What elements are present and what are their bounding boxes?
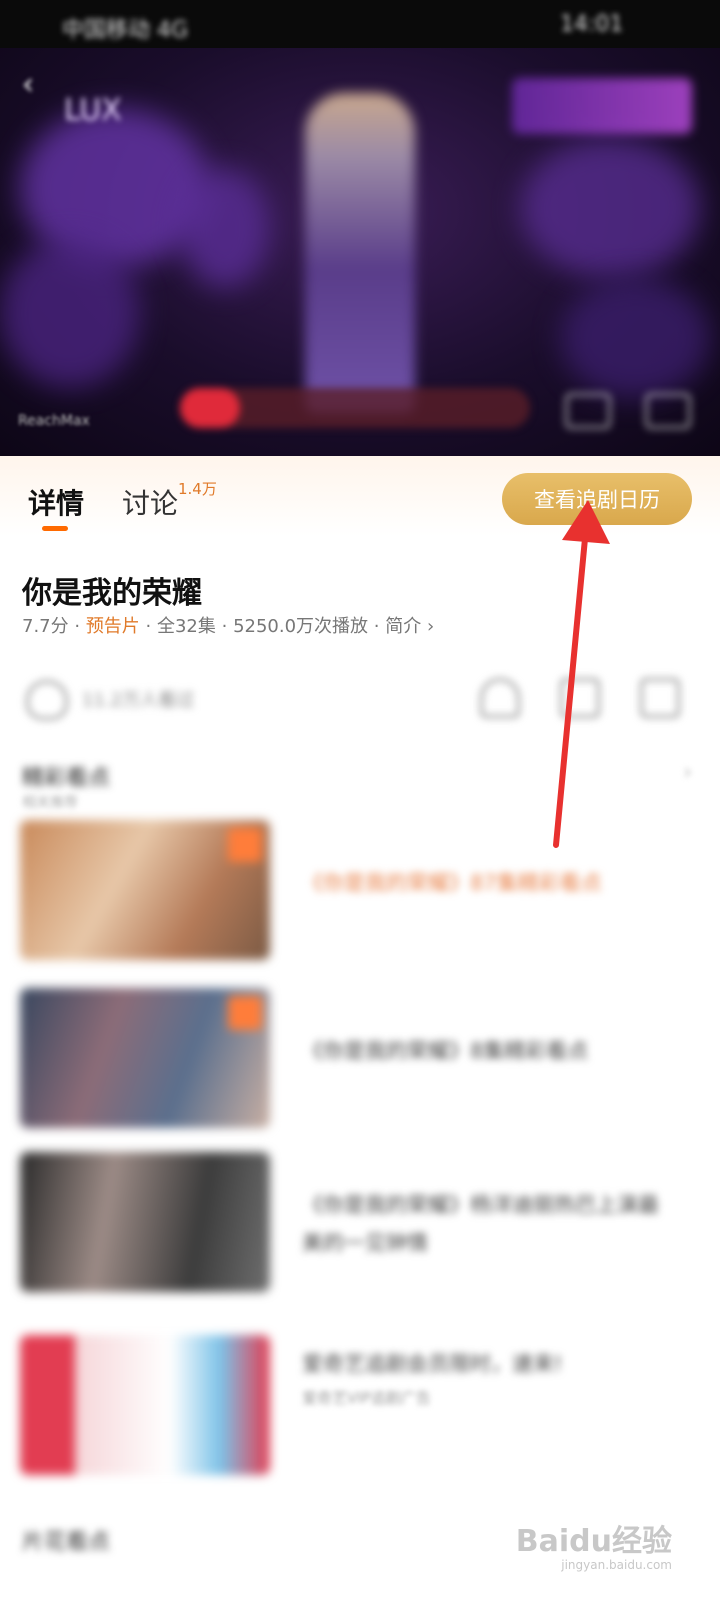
tab-active-underline (42, 526, 68, 531)
status-bar: 中国移动 4G 14:01 (0, 0, 720, 48)
video-bg-blob (560, 278, 710, 398)
clock-text: 14:01 (560, 12, 624, 37)
video-bg-blob (0, 238, 140, 388)
tab-details[interactable]: 详情 (28, 482, 85, 531)
show-meta: 7.7分 · 预告片 · 全32集 · 5250.0万次播放 · 简介 › (22, 616, 435, 637)
video-player[interactable]: ‹ LUX ReachMax (0, 48, 720, 456)
share-icon[interactable] (640, 678, 680, 718)
bottom-section-title: 片花看点 (22, 1530, 111, 1555)
video-watermark: ReachMax (18, 413, 90, 429)
carrier-text: 中国移动 4G (62, 18, 189, 43)
danmaku-icon[interactable] (565, 393, 611, 429)
playback-bar[interactable] (180, 388, 530, 428)
action-row: 11.2万人看过 (0, 672, 720, 732)
list-item-title: 《你是我的荣耀》87集精彩看点 (302, 871, 602, 895)
section-title: 精彩看点 (22, 766, 111, 791)
view-calendar-button[interactable]: 查看追剧日历 (502, 473, 692, 525)
discussion-count-badge: 1.4万 (178, 480, 217, 498)
download-icon[interactable] (560, 678, 600, 718)
list-item-title: 爱奇艺追剧会员限时，速来! (302, 1352, 563, 1376)
video-person (305, 93, 415, 413)
video-thumbnail[interactable] (20, 820, 270, 960)
intro-link[interactable]: 简介 (385, 616, 421, 637)
rating-text: 7.7分 (22, 616, 69, 637)
section-more-icon[interactable]: › (683, 760, 692, 785)
chevron-right-icon[interactable]: › (427, 616, 434, 637)
video-bg-blob (520, 138, 700, 278)
video-thumbnail[interactable] (20, 1152, 270, 1292)
ad-tag[interactable] (512, 78, 692, 134)
baidu-logo: Baidu经验 (515, 1524, 672, 1559)
favorite-icon[interactable] (480, 678, 520, 718)
list-item-title: 《你是我的荣耀》杨洋迪丽热巴上演最美的一见钟情 (302, 1193, 659, 1255)
plays-text: 5250.0万次播放 (233, 616, 369, 637)
video-thumbnail[interactable] (20, 988, 270, 1128)
video-brand: LUX (64, 93, 122, 128)
baidu-watermark: Baidu经验 jingyan.baidu.com (516, 1516, 672, 1572)
tab-discussion-label: 讨论 (122, 487, 179, 520)
list-item[interactable]: 爱奇艺追剧会员限时，速来! 爱奇艺VIP追剧广告 (20, 1335, 670, 1475)
list-item[interactable]: 《你是我的荣耀》8集精彩看点 (20, 988, 670, 1128)
tab-discussion[interactable]: 讨论 1.4万 (122, 480, 217, 522)
list-item-subtitle: 爱奇艺VIP追剧广告 (302, 1389, 431, 1407)
list-item[interactable]: 《你是我的荣耀》杨洋迪丽热巴上演最美的一见钟情 (20, 1152, 670, 1292)
list-item[interactable]: 《你是我的荣耀》87集精彩看点 (20, 820, 670, 960)
list-item-title: 《你是我的荣耀》8集精彩看点 (302, 1039, 589, 1063)
like-icon[interactable] (26, 680, 68, 720)
baidu-url: jingyan.baidu.com (561, 1558, 672, 1572)
section-subtitle: 相关推荐 (22, 795, 78, 811)
video-bg-blob (180, 168, 270, 288)
show-title: 你是我的荣耀 (22, 576, 202, 611)
trailer-tag: 预告片 (85, 616, 140, 637)
like-count: 11.2万人看过 (82, 690, 195, 711)
fullscreen-icon[interactable] (645, 393, 691, 429)
tab-details-label: 详情 (28, 487, 85, 520)
episodes-text: 全32集 (156, 616, 216, 637)
back-icon[interactable]: ‹ (22, 70, 52, 100)
ad-thumbnail[interactable] (20, 1335, 270, 1475)
